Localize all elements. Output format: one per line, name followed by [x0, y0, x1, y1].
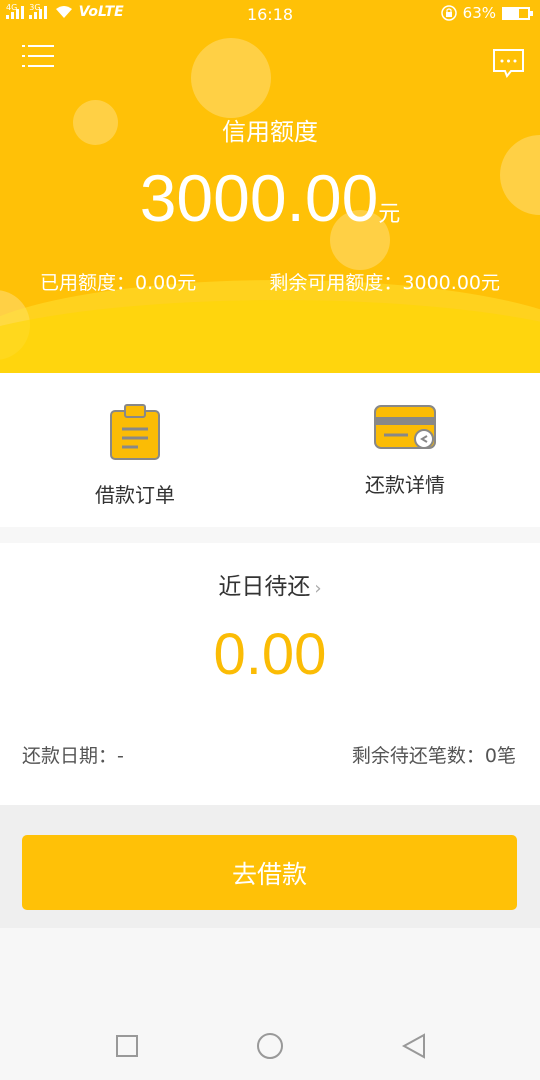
battery-icon: [502, 6, 533, 20]
home-icon[interactable]: [254, 1030, 286, 1062]
used-credit: 已用额度：0.00元: [40, 272, 197, 294]
loan-orders-label: 借款订单: [95, 483, 175, 507]
quick-actions: 借款订单 还款详情: [0, 373, 540, 527]
chevron-right-icon: ›: [314, 578, 322, 599]
status-bar: 4G 3G VoLTE 16:18 63%: [0, 0, 540, 30]
credit-title: 信用额度: [222, 118, 318, 146]
loan-orders-button[interactable]: 借款订单: [55, 403, 215, 508]
repayment-details-label: 还款详情: [365, 473, 445, 497]
rotation-lock-icon: [440, 5, 457, 21]
recent-repayment-amount: 0.00: [213, 622, 327, 687]
message-icon[interactable]: [492, 48, 525, 78]
credit-amount: 3000.00元: [0, 160, 540, 236]
recent-repayment-link[interactable]: 近日待还 ›: [0, 567, 540, 601]
repayment-details-button[interactable]: 还款详情: [325, 403, 485, 498]
credit-amount-unit: 元: [378, 202, 401, 227]
credit-header: 信用额度 3000.00元 已用额度：0.00元 剩余可用额度：3000.00元: [0, 0, 540, 373]
recent-apps-icon[interactable]: [111, 1030, 143, 1062]
back-icon[interactable]: [398, 1030, 430, 1062]
system-nav-bar: [0, 1008, 540, 1080]
borrow-section: 去借款: [0, 805, 540, 928]
decor-wave: [0, 300, 540, 373]
remaining-credit: 剩余可用额度：3000.00元: [269, 272, 500, 294]
clipboard-icon: [110, 404, 160, 460]
decor-bubble: [191, 38, 271, 118]
repayment-date: 还款日期：-: [22, 745, 124, 767]
borrow-button[interactable]: 去借款: [22, 835, 517, 910]
recent-repayment-card: 近日待还 › 0.00 还款日期：- 剩余待还笔数：0笔: [0, 543, 540, 805]
credit-amount-value: 3000.00: [139, 161, 379, 235]
remaining-repayment-count: 剩余待还笔数：0笔: [351, 745, 516, 767]
battery-percent: 63%: [462, 4, 496, 22]
recent-repayment-title: 近日待还: [218, 574, 311, 600]
menu-icon[interactable]: [22, 45, 54, 67]
card-icon: [374, 405, 436, 449]
